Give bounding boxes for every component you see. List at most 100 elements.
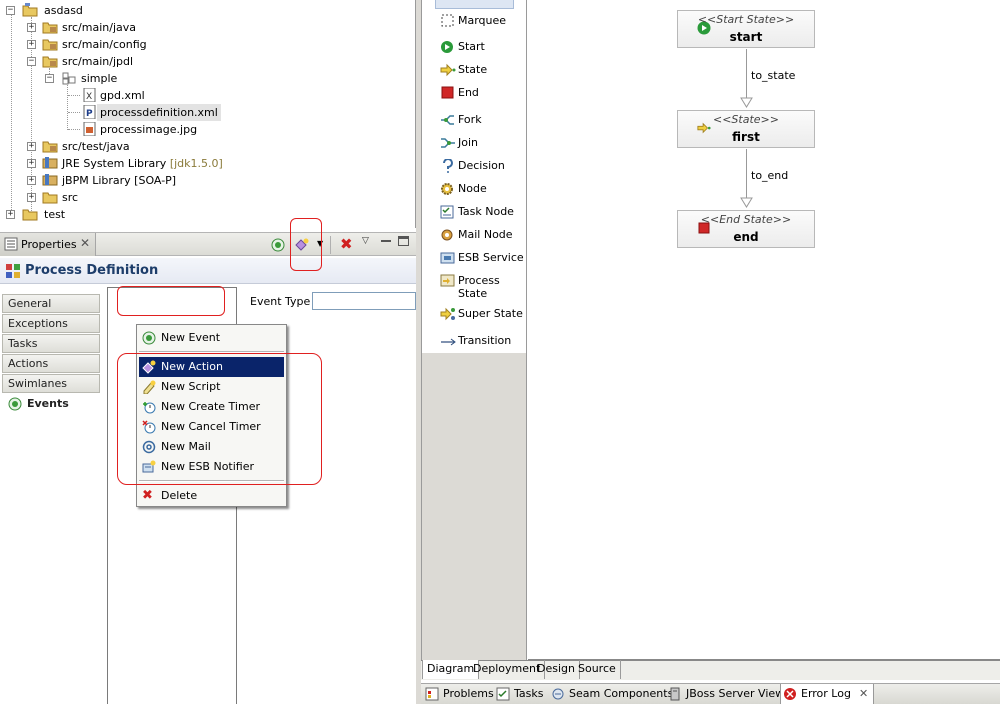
tab-label: Seam Components bbox=[569, 687, 674, 700]
tasks-icon bbox=[496, 687, 510, 701]
minimize-icon[interactable] bbox=[381, 240, 391, 242]
palette-item-label: Super State bbox=[458, 307, 523, 320]
seam-components-icon bbox=[552, 688, 564, 700]
tab-tasks[interactable]: Tasks bbox=[496, 684, 546, 704]
page-title: Process Definition bbox=[25, 263, 159, 278]
palette-item-label: ESB Service bbox=[458, 251, 524, 264]
menu-item-label: Delete bbox=[161, 489, 198, 502]
svg-text:X: X bbox=[86, 92, 92, 102]
tab-events[interactable]: Events bbox=[2, 394, 100, 413]
tree-item-label: processimage.jpg bbox=[100, 123, 198, 136]
source-folder-icon bbox=[42, 39, 58, 51]
delete-toolbar-icon[interactable]: ✖ bbox=[340, 235, 353, 253]
tab-design[interactable]: Design bbox=[533, 660, 580, 679]
palette-item-label: Task Node bbox=[458, 205, 514, 218]
annotation-highlight bbox=[117, 353, 322, 485]
palette-item-label: Decision bbox=[458, 159, 505, 172]
annotation-highlight bbox=[290, 218, 322, 271]
expand-icon[interactable]: + bbox=[27, 40, 36, 49]
tab-swimlanes[interactable]: Swimlanes bbox=[2, 374, 100, 393]
node-stereotype: <<Start State>> bbox=[697, 13, 795, 26]
tab-tasks[interactable]: Tasks bbox=[2, 334, 100, 353]
expand-icon[interactable]: + bbox=[6, 210, 15, 219]
maximize-icon[interactable] bbox=[398, 236, 409, 246]
transition-label[interactable]: to_state bbox=[751, 69, 795, 82]
menu-item-label: New Event bbox=[161, 331, 221, 344]
node-state[interactable]: <<State>> first bbox=[677, 110, 815, 148]
expand-icon[interactable]: + bbox=[27, 142, 36, 151]
tab-label: Problems bbox=[443, 687, 494, 700]
source-folder-icon bbox=[42, 56, 58, 68]
node-start-state[interactable]: <<Start State>> start bbox=[677, 10, 815, 48]
project-tree[interactable]: − asdasd + src/main/java + src/main/conf… bbox=[0, 0, 416, 228]
view-menu-icon[interactable]: ▽ bbox=[362, 236, 369, 246]
project-folder-icon bbox=[22, 209, 38, 221]
close-icon[interactable]: ✕ bbox=[80, 236, 90, 250]
palette-selected-tool[interactable] bbox=[435, 0, 514, 9]
transition-line[interactable] bbox=[746, 149, 747, 199]
tree-item-label: processdefinition.xml bbox=[97, 104, 221, 121]
transition-label[interactable]: to_end bbox=[751, 169, 788, 182]
start-icon bbox=[441, 41, 453, 53]
tab-properties[interactable]: Properties ✕ bbox=[0, 233, 96, 256]
tab-source[interactable]: Source bbox=[574, 660, 621, 679]
tab-label: Events bbox=[27, 397, 69, 410]
tab-error-log[interactable]: Error Log ✕ bbox=[780, 684, 874, 704]
tab-label: Error Log bbox=[801, 687, 851, 700]
tab-actions[interactable]: Actions bbox=[2, 354, 100, 373]
process-definition-icon bbox=[6, 264, 20, 278]
event-type-field[interactable] bbox=[312, 292, 416, 310]
package-icon bbox=[62, 72, 76, 85]
transition-arrowhead bbox=[740, 197, 753, 208]
project-folder-icon bbox=[22, 3, 38, 17]
node-name: start bbox=[729, 30, 763, 44]
tree-item-label: test bbox=[44, 208, 66, 221]
diagram-canvas[interactable] bbox=[528, 0, 1000, 660]
error-log-icon bbox=[784, 688, 796, 700]
tree-item-label: gpd.xml bbox=[100, 89, 145, 102]
properties-header: Process Definition bbox=[0, 258, 416, 284]
source-folder-icon bbox=[42, 22, 58, 34]
image-file-icon bbox=[83, 122, 96, 136]
expand-icon[interactable]: + bbox=[27, 176, 36, 185]
palette-item-label: Process State bbox=[458, 274, 500, 300]
tab-label: Tasks bbox=[514, 687, 544, 700]
tab-problems[interactable]: Problems bbox=[425, 684, 494, 704]
palette-empty-area bbox=[422, 353, 526, 660]
properties-side-tabs: General Exceptions Tasks Actions Swimlan… bbox=[0, 284, 102, 704]
node-icon bbox=[441, 183, 453, 195]
fork-icon bbox=[441, 115, 454, 125]
palette-item-process-state[interactable]: Process State bbox=[440, 274, 520, 302]
tree-item-label: src/main/jpdl bbox=[62, 55, 134, 68]
transition-arrow-icon bbox=[441, 338, 456, 346]
menu-item-delete[interactable]: ✖ Delete bbox=[139, 486, 284, 506]
expand-icon[interactable]: + bbox=[27, 193, 36, 202]
tab-jboss-server-view[interactable]: JBoss Server View bbox=[668, 684, 784, 704]
collapse-icon[interactable]: − bbox=[6, 6, 15, 15]
collapse-icon[interactable]: − bbox=[45, 74, 54, 83]
new-event-toolbar-icon[interactable] bbox=[270, 237, 286, 253]
annotation-highlight bbox=[117, 286, 225, 316]
library-icon bbox=[42, 157, 58, 169]
palette-item-label: End bbox=[458, 86, 479, 99]
palette-item-label: Marquee bbox=[458, 14, 507, 27]
node-end-state[interactable]: <<End State>> end bbox=[677, 210, 815, 248]
transition-line[interactable] bbox=[746, 49, 747, 99]
properties-icon bbox=[4, 237, 18, 251]
library-icon bbox=[42, 174, 58, 186]
expand-icon[interactable]: + bbox=[27, 23, 36, 32]
palette-item-label: Start bbox=[458, 40, 485, 53]
menu-item-new-event[interactable]: New Event bbox=[139, 328, 284, 348]
expand-icon[interactable]: + bbox=[27, 159, 36, 168]
join-icon bbox=[441, 138, 455, 148]
process-state-icon bbox=[440, 274, 455, 287]
svg-text:P: P bbox=[86, 109, 93, 119]
tab-general[interactable]: General bbox=[2, 294, 100, 313]
close-icon[interactable]: ✕ bbox=[859, 684, 868, 704]
palette-item-label: Transition bbox=[458, 334, 512, 347]
delete-icon: ✖ bbox=[142, 488, 153, 503]
task-node-icon bbox=[440, 205, 454, 219]
tab-seam-components[interactable]: Seam Components bbox=[551, 684, 673, 704]
collapse-icon[interactable]: − bbox=[27, 57, 36, 66]
tab-exceptions[interactable]: Exceptions bbox=[2, 314, 100, 333]
